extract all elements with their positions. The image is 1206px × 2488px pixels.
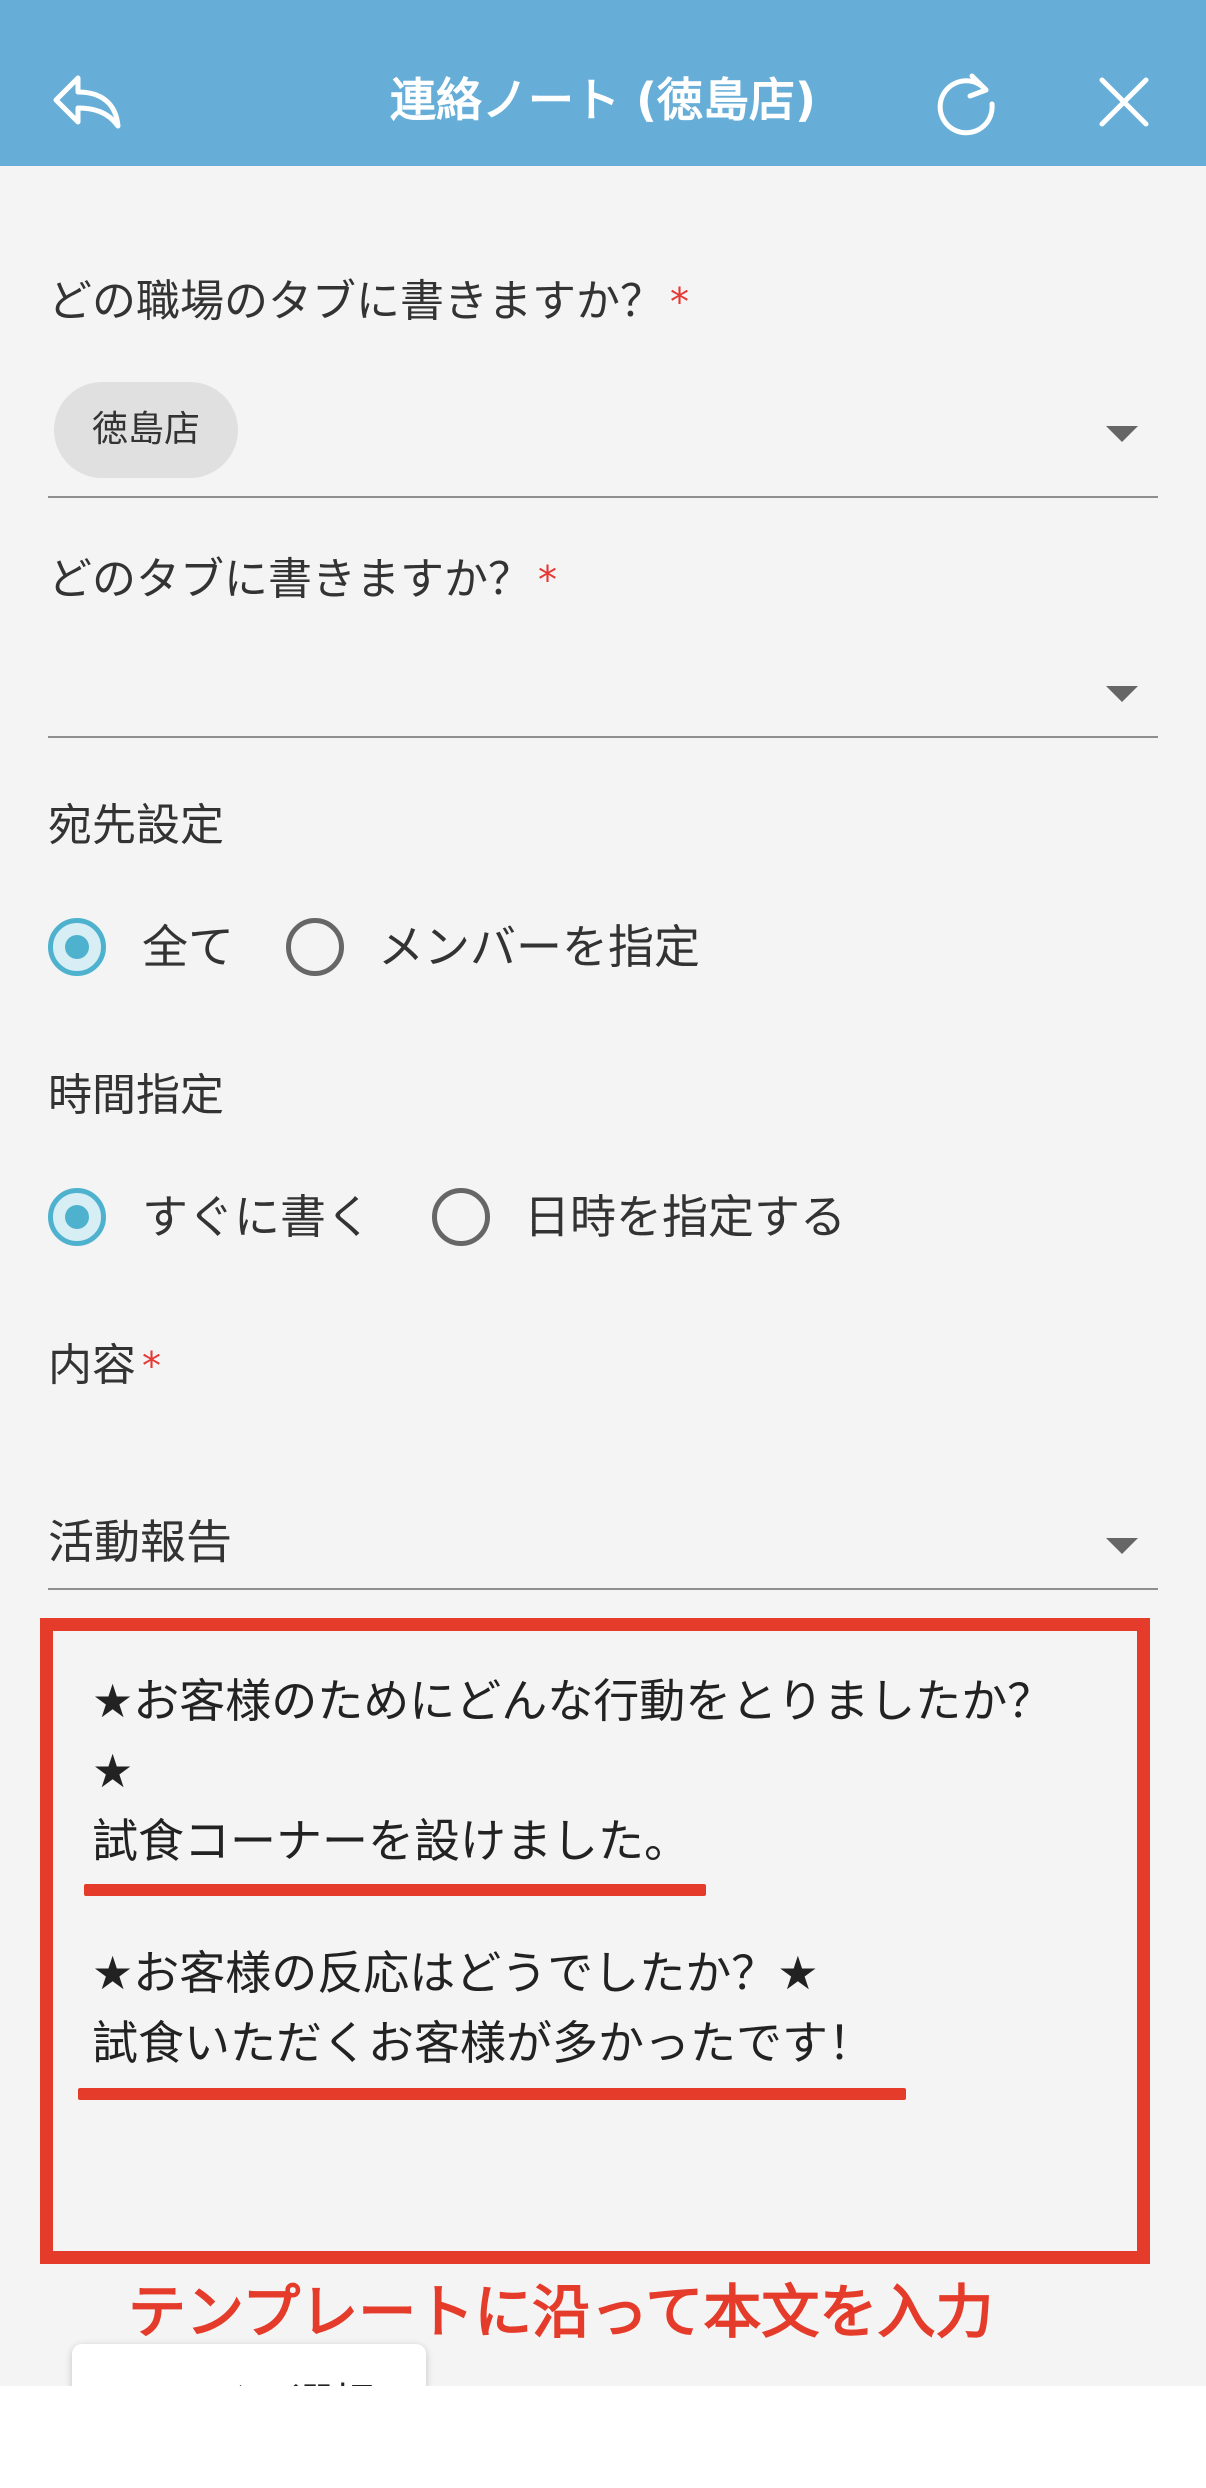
radio-recipient-all[interactable] [48,918,106,976]
content-textarea[interactable]: ★お客様のためにどんな行動をとりましたか？ ★ 試食コーナーを設けました。 ★お… [48,1626,1138,2246]
content-blank-line [92,1876,1094,1938]
radio-recipient-all-label[interactable]: 全て [142,917,234,977]
radio-timing-scheduled[interactable] [432,1188,490,1246]
workplace-select-underline[interactable] [48,496,1158,498]
content-line: ★お客様の反応はどうでしたか？★ [92,1946,819,2000]
required-mark: * [670,280,689,324]
content-label: 内容 * [48,1336,161,1396]
recipient-label: 宛先設定 [48,800,224,851]
template-select-value[interactable]: 活動報告 [48,1512,232,1572]
workplace-chip[interactable]: 徳島店 [54,382,239,478]
radio-timing-now[interactable] [48,1188,106,1246]
chevron-down-icon[interactable] [1106,1538,1138,1554]
content-line: ★お客様のためにどんな行動をとりましたか？ [92,1674,1054,1728]
radio-recipient-members[interactable] [286,918,344,976]
chevron-down-icon[interactable] [1106,426,1138,442]
radio-recipient-members-label[interactable]: メンバーを指定 [378,917,700,977]
chevron-down-icon[interactable] [1106,686,1138,702]
workplace-label: どの職場のタブに書きますか？ * [48,272,689,332]
tab-label-text: どのタブに書きますか？ [48,554,532,605]
content-line: 試食いただくお客様が多かったです！ [92,2016,874,2070]
reply-arrow-icon[interactable] [44,60,128,144]
timing-label: 時間指定 [48,1070,224,1121]
page-title: 連絡ノート (徳島店) [389,73,817,127]
content-line: ★ [92,1744,134,1798]
header-bar: 連絡ノート (徳島店) [0,0,1206,166]
tab-select-underline[interactable] [48,736,1158,738]
template-select-underline[interactable] [48,1588,1158,1590]
close-icon[interactable] [1082,60,1166,144]
required-mark: * [142,1344,161,1388]
content-label-text: 内容 [48,1340,136,1391]
radio-timing-scheduled-label[interactable]: 日時を指定する [524,1187,846,1247]
content-line: 試食コーナーを設けました。 [92,1814,690,1868]
required-mark: * [538,558,557,602]
file-select-button[interactable]: ファイル選択 [72,2344,426,2386]
app-screen: 連絡ノート (徳島店) どの職場のタブに書きますか？ * 徳島店 どのタブに書きま… [0,0,1206,2386]
annotation-caption: テンプレートに沿って本文を入力 [128,2278,994,2346]
radio-timing-now-label[interactable]: すぐに書く [142,1187,372,1247]
tab-label: どのタブに書きますか？ * [48,550,557,610]
refresh-icon[interactable] [924,60,1008,144]
workplace-label-text: どの職場のタブに書きますか？ [48,276,664,327]
